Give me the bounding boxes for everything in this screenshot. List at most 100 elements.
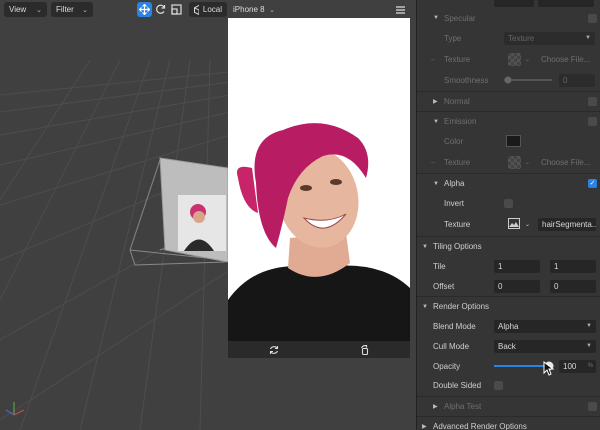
chevron-down-icon: ⌄	[36, 6, 42, 14]
rotate-tool-button[interactable]	[153, 2, 168, 17]
choose-file-button[interactable]: Choose File...	[541, 158, 590, 167]
link-arrow-icon: →	[429, 158, 436, 166]
alpha-texture-row: Texture ⌄ hairSegmenta...	[417, 214, 600, 234]
texture-thumbnail	[508, 52, 521, 66]
opacity-row: Opacity 100 %	[417, 356, 600, 376]
cull-mode-value: Back	[498, 341, 516, 351]
tile-y-value: 1	[554, 261, 559, 271]
view-menu-label: View	[9, 5, 27, 14]
tiling-options-label: Tiling Options	[433, 242, 482, 251]
image-icon	[508, 218, 520, 229]
filter-menu-button[interactable]: Filter ⌄	[51, 2, 93, 17]
alpha-test-checkbox[interactable]	[588, 402, 597, 411]
advanced-render-options-label: Advanced Render Options	[433, 422, 527, 430]
opacity-field[interactable]: 100 %	[559, 359, 596, 373]
emission-color-swatch[interactable]	[506, 135, 521, 147]
hamburger-icon	[396, 5, 405, 14]
chevron-down-icon[interactable]: ⌄	[525, 56, 530, 63]
section-advanced-render-options[interactable]: ▶ Advanced Render Options	[417, 416, 600, 430]
double-sided-row: Double Sided	[417, 375, 600, 395]
caret-down-icon: ▼	[433, 180, 439, 187]
offset-x-field[interactable]: 0	[494, 279, 540, 293]
device-select[interactable]: iPhone 8 ⌄	[228, 2, 280, 17]
space-toggle-button[interactable]: Local	[189, 2, 227, 17]
smoothness-label: Smoothness	[444, 75, 489, 85]
caret-down-icon: ▼	[433, 118, 439, 125]
chevron-down-icon[interactable]: ⌄	[525, 159, 530, 166]
alpha-invert-row: Invert	[417, 193, 600, 213]
alpha-label: Alpha	[444, 179, 465, 188]
device-label: iPhone 8	[233, 5, 265, 14]
specular-texture-row: → Texture ⌄ Choose File...	[417, 49, 600, 69]
section-alpha[interactable]: ▼ Alpha ✓	[417, 173, 600, 193]
tile-x-field[interactable]: 1	[494, 259, 540, 273]
tile-x-value: 1	[498, 261, 503, 271]
alpha-checkbox-checked-icon[interactable]: ✓	[588, 179, 597, 188]
space-label: Local	[202, 5, 222, 14]
flip-camera-icon[interactable]	[269, 345, 279, 355]
texture-thumbnail	[508, 155, 521, 169]
type-value: Texture	[508, 33, 535, 43]
double-sided-label: Double Sided	[433, 380, 482, 390]
invert-checkbox[interactable]	[504, 198, 513, 208]
emission-color-row: Color	[417, 131, 600, 151]
section-normal[interactable]: ▶ Normal	[417, 91, 600, 111]
smoothness-slider[interactable]	[504, 76, 552, 84]
tile-y-field[interactable]: 1	[550, 259, 596, 273]
emission-checkbox[interactable]	[588, 117, 597, 126]
blend-mode-row: Blend Mode Alpha ▼	[417, 316, 600, 336]
specular-label: Specular	[444, 13, 476, 23]
move-tool-button[interactable]	[137, 2, 152, 17]
specular-type-row: Type Texture ▼	[417, 28, 600, 48]
section-specular[interactable]: ▼ Specular	[417, 8, 600, 28]
caret-down-icon: ▼	[422, 303, 428, 310]
opacity-value: 100	[563, 361, 577, 371]
section-alpha-test[interactable]: ▶ Alpha Test	[417, 396, 600, 416]
blend-mode-value: Alpha	[498, 321, 519, 331]
view-menu-button[interactable]: View ⌄	[4, 2, 47, 17]
smoothness-row: Smoothness 0	[417, 70, 600, 90]
choose-file-button[interactable]: Choose File...	[541, 55, 590, 64]
offset-row: Offset 0 0	[417, 276, 600, 296]
specular-checkbox[interactable]	[588, 13, 597, 23]
partial-field[interactable]	[538, 0, 594, 7]
material-inspector: ▼ Specular Type Texture ▼ → Texture ⌄ Cho…	[416, 0, 600, 430]
chevron-down-icon: ⌄	[82, 6, 88, 14]
alpha-texture-value: hairSegmenta...	[542, 219, 596, 229]
caret-down-icon: ▼	[422, 243, 428, 250]
chevron-down-icon: ▼	[585, 34, 591, 41]
scene-viewport[interactable]: View ⌄ Filter ⌄ Local iPhone 8 ⌄	[0, 0, 416, 430]
slider-fill	[494, 365, 550, 367]
section-emission[interactable]: ▼ Emission	[417, 111, 600, 131]
cube-icon	[194, 4, 199, 15]
tile-row: Tile 1 1	[417, 256, 600, 276]
invert-label: Invert	[444, 198, 465, 208]
offset-y-field[interactable]: 0	[550, 279, 596, 293]
alpha-texture-field[interactable]: hairSegmenta...	[538, 217, 596, 231]
render-options-label: Render Options	[433, 302, 490, 311]
mouse-cursor-icon	[543, 361, 554, 376]
emission-label: Emission	[444, 117, 477, 126]
scale-tool-button[interactable]	[169, 2, 184, 17]
chevron-down-icon[interactable]: ⌄	[525, 221, 530, 228]
preview-menu-button[interactable]	[393, 2, 408, 17]
move-arrows-icon	[139, 4, 150, 15]
tile-label: Tile	[433, 261, 446, 271]
specular-type-select[interactable]: Texture ▼	[504, 31, 595, 45]
section-tiling-options[interactable]: ▼ Tiling Options	[417, 236, 600, 256]
chevron-down-icon: ⌄	[269, 6, 275, 14]
partial-field[interactable]	[494, 0, 534, 7]
rotate-device-icon[interactable]	[360, 344, 370, 355]
type-label: Type	[444, 33, 462, 43]
link-arrow-icon: →	[429, 55, 436, 63]
double-sided-checkbox[interactable]	[494, 380, 503, 390]
caret-right-icon: ▶	[433, 99, 438, 105]
blend-mode-label: Blend Mode	[433, 321, 476, 331]
cull-mode-select[interactable]: Back ▼	[494, 339, 596, 353]
cull-mode-row: Cull Mode Back ▼	[417, 336, 600, 356]
section-render-options[interactable]: ▼ Render Options	[417, 296, 600, 316]
normal-checkbox[interactable]	[588, 97, 597, 106]
smoothness-field[interactable]: 0	[559, 73, 595, 87]
filter-menu-label: Filter	[56, 5, 74, 14]
blend-mode-select[interactable]: Alpha ▼	[494, 319, 596, 333]
